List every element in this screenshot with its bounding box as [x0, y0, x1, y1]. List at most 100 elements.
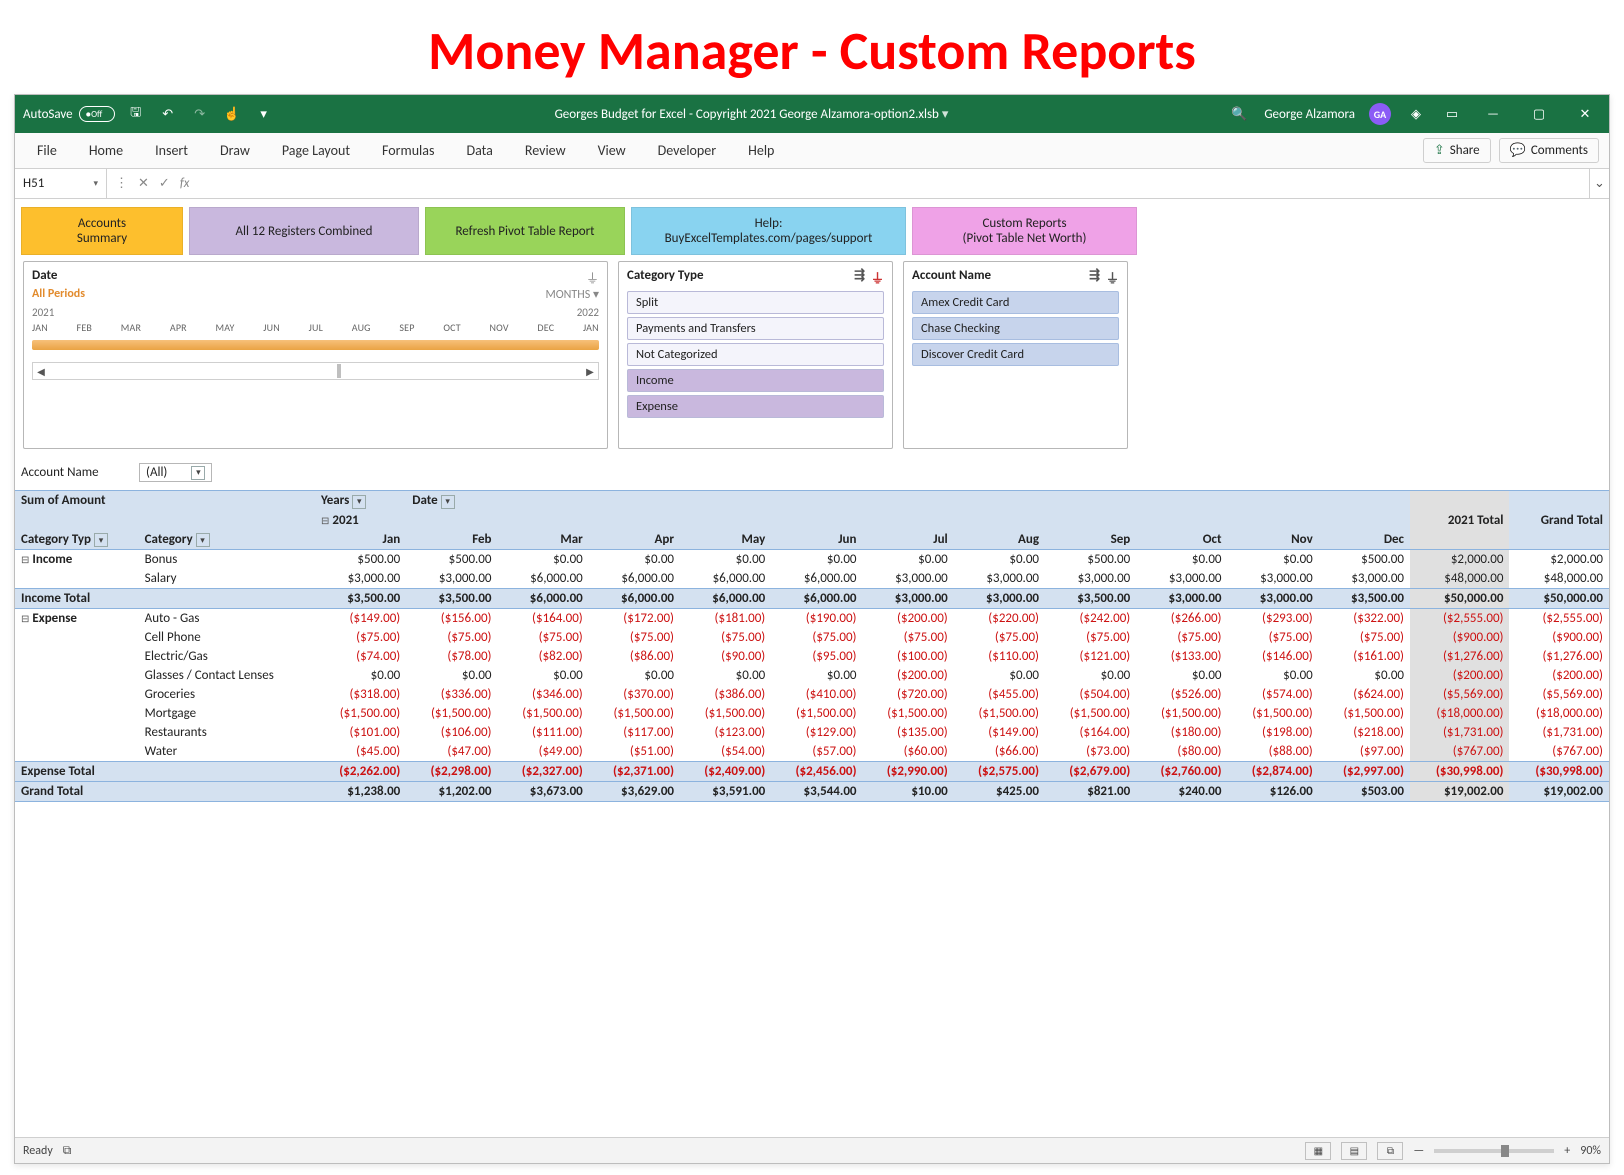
date-title: Date: [32, 268, 599, 283]
status-ready: Ready: [23, 1144, 53, 1158]
month-label[interactable]: NOV: [490, 321, 509, 334]
scroll-right-icon[interactable]: ▶: [582, 365, 598, 378]
slicer-item[interactable]: Amex Credit Card: [912, 291, 1119, 314]
minimize-button[interactable]: —: [1477, 95, 1509, 133]
pivot-table: Sum of AmountYears ▾Date ▾20212021 Total…: [15, 486, 1609, 802]
save-icon[interactable]: 🖫: [125, 103, 147, 125]
slicer-item[interactable]: Discover Credit Card: [912, 343, 1119, 366]
slicer-item[interactable]: Split: [627, 291, 884, 314]
slicer-item[interactable]: Expense: [627, 395, 884, 418]
formula-input[interactable]: [197, 169, 1589, 198]
window-title: Georges Budget for Excel - Copyright 202…: [283, 107, 1221, 122]
month-label[interactable]: JUN: [263, 321, 280, 334]
ribbon-tabs: File Home Insert Draw Page Layout Formul…: [15, 133, 1609, 169]
zoom-out-button[interactable]: —: [1413, 1144, 1424, 1158]
normal-view-button[interactable]: ▦: [1305, 1142, 1331, 1160]
title-bar: AutoSave ● Off 🖫 ↶ ↷ ☝ ▾ Georges Budget …: [15, 95, 1609, 133]
category-type-slicer: Category Type ⇶ ⏚ Split Payments and Trans…: [618, 261, 893, 449]
month-label[interactable]: MAY: [216, 321, 235, 334]
month-label[interactable]: SEP: [399, 321, 414, 334]
fx-icon[interactable]: fx: [180, 176, 190, 191]
search-icon[interactable]: 🔍: [1228, 103, 1250, 125]
month-label[interactable]: AUG: [352, 321, 371, 334]
pivot-page-filter: Account Name (All)▾: [15, 459, 1609, 486]
date-periods: All Periods: [32, 287, 85, 302]
fx-enter-icon[interactable]: ✓: [159, 176, 170, 191]
tab-formulas[interactable]: Formulas: [370, 136, 446, 165]
month-label[interactable]: FEB: [77, 321, 93, 334]
autosave-label: AutoSave: [23, 107, 73, 122]
share-button[interactable]: ⇪Share: [1423, 138, 1491, 163]
month-label[interactable]: JAN: [32, 321, 48, 334]
month-label[interactable]: MAR: [121, 321, 141, 334]
comments-button[interactable]: 💬Comments: [1499, 138, 1599, 163]
refresh-button[interactable]: Refresh Pivot Table Report: [425, 207, 625, 255]
zoom-level[interactable]: 90%: [1580, 1144, 1601, 1158]
maximize-button[interactable]: ▢: [1523, 95, 1555, 133]
timeline-scrollbar[interactable]: ◀ ▶: [32, 362, 599, 380]
month-label[interactable]: JAN: [583, 321, 599, 334]
slicer-item[interactable]: Income: [627, 369, 884, 392]
autosave-toggle[interactable]: AutoSave ● Off: [23, 106, 115, 122]
registers-button[interactable]: All 12 Registers Combined: [189, 207, 419, 255]
tab-review[interactable]: Review: [513, 136, 578, 165]
month-label[interactable]: OCT: [443, 321, 460, 334]
tab-data[interactable]: Data: [454, 136, 504, 165]
banner-title: Money Manager - Custom Reports: [0, 0, 1624, 94]
tab-file[interactable]: File: [25, 136, 69, 165]
slicer-item[interactable]: Chase Checking: [912, 317, 1119, 340]
zoom-in-button[interactable]: +: [1564, 1144, 1570, 1158]
zoom-slider[interactable]: [1434, 1149, 1554, 1153]
month-label[interactable]: DEC: [537, 321, 554, 334]
expand-formula-icon[interactable]: ⌄: [1589, 169, 1609, 198]
qat-caret-icon[interactable]: ▾: [253, 103, 275, 125]
tab-home[interactable]: Home: [77, 136, 135, 165]
slicer-item[interactable]: Not Categorized: [627, 343, 884, 366]
fx-more-icon[interactable]: ⋮: [115, 176, 128, 191]
tab-draw[interactable]: Draw: [208, 136, 262, 165]
comment-icon: 💬: [1510, 143, 1526, 158]
user-name: George Alzamora: [1264, 107, 1355, 122]
close-button[interactable]: ✕: [1569, 95, 1601, 133]
scroll-left-icon[interactable]: ◀: [33, 365, 49, 378]
filter-label: Account Name: [21, 465, 139, 480]
clear-filter-icon[interactable]: ⏚: [586, 268, 599, 287]
diamond-icon[interactable]: ◈: [1405, 103, 1427, 125]
page-break-button[interactable]: ⧉: [1377, 1142, 1403, 1160]
category-slicer-title: Category Type: [627, 268, 704, 287]
slicer-item[interactable]: Payments and Transfers: [627, 317, 884, 340]
multiselect-icon[interactable]: ⇶: [1089, 268, 1100, 287]
tab-help[interactable]: Help: [736, 136, 786, 165]
tab-insert[interactable]: Insert: [143, 136, 200, 165]
help-button[interactable]: Help:BuyExcelTemplates.com/pages/support: [631, 207, 906, 255]
dropdown-icon[interactable]: ▾: [191, 466, 205, 480]
autosave-state: Off: [91, 109, 102, 120]
touch-icon[interactable]: ☝: [221, 103, 243, 125]
fx-cancel-icon[interactable]: ✕: [138, 176, 149, 191]
month-label[interactable]: JUL: [309, 321, 323, 334]
page-layout-button[interactable]: ▤: [1341, 1142, 1367, 1160]
avatar[interactable]: GA: [1369, 103, 1391, 125]
month-label[interactable]: APR: [170, 321, 187, 334]
status-bar: Ready ⧉ ▦ ▤ ⧉ — + 90%: [15, 1137, 1609, 1163]
accounts-summary-button[interactable]: AccountsSummary: [21, 207, 183, 255]
redo-icon[interactable]: ↷: [189, 103, 211, 125]
multiselect-icon[interactable]: ⇶: [854, 268, 865, 287]
filter-value[interactable]: (All)▾: [139, 463, 212, 482]
formula-bar: H51▾ ⋮ ✕ ✓ fx ⌄: [15, 169, 1609, 199]
timeline-bar[interactable]: [32, 340, 599, 350]
record-macro-icon[interactable]: ⧉: [63, 1144, 72, 1158]
name-box[interactable]: H51▾: [15, 169, 107, 198]
custom-reports-button[interactable]: Custom Reports(Pivot Table Net Worth): [912, 207, 1137, 255]
action-buttons-row: AccountsSummary All 12 Registers Combine…: [15, 199, 1609, 261]
tab-developer[interactable]: Developer: [646, 136, 728, 165]
account-slicer-title: Account Name: [912, 268, 991, 287]
account-name-slicer: Account Name ⇶ ⏚ Amex Credit Card Chase Ch…: [903, 261, 1128, 449]
clear-filter-icon[interactable]: ⏚: [1106, 268, 1119, 287]
tab-page-layout[interactable]: Page Layout: [270, 136, 362, 165]
tab-view[interactable]: View: [586, 136, 638, 165]
ribbon-display-icon[interactable]: ▭: [1441, 103, 1463, 125]
clear-filter-icon[interactable]: ⏚: [871, 268, 884, 287]
undo-icon[interactable]: ↶: [157, 103, 179, 125]
date-timeline[interactable]: ⏚ Date All PeriodsMONTHS ▾ 20212022 JANF…: [23, 261, 608, 449]
